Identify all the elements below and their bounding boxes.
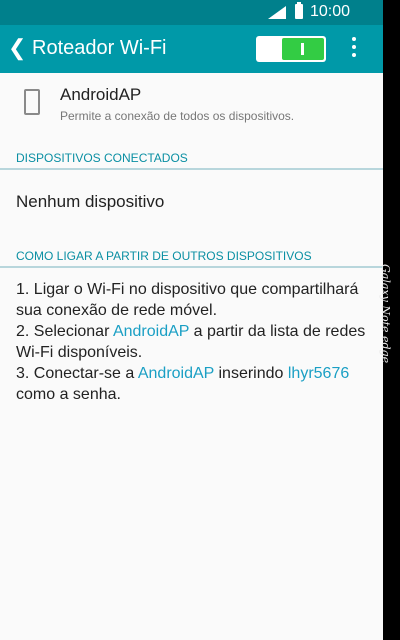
status-bar: 10:00: [0, 0, 383, 25]
connected-devices-header: DISPOSITIVOS CONECTADOS: [16, 151, 188, 165]
no-devices-text: Nenhum dispositivo: [16, 192, 165, 211]
divider: [0, 168, 383, 170]
toggle-knob: [282, 38, 324, 60]
network-description: Permite a conexão de todos os dispositiv…: [60, 109, 295, 123]
password-text: lhyr5676: [287, 365, 350, 382]
status-time: 10:00: [310, 3, 351, 20]
divider: [0, 266, 383, 268]
screen: 10:00 ❮ Roteador Wi-Fi AndroidAP Permite…: [0, 0, 383, 640]
instructions: 1. Ligar o Wi-Fi no dispositivo que comp…: [16, 279, 366, 405]
more-options-icon[interactable]: [351, 37, 357, 61]
battery-icon: [295, 2, 303, 19]
instruction-step-3: 3. Conectar-se a AndroidAP inserindo lhy…: [16, 365, 350, 403]
hotspot-toggle[interactable]: [256, 36, 326, 62]
network-name: AndroidAP: [60, 85, 142, 104]
how-to-connect-header: COMO LIGAR A PARTIR DE OUTROS DISPOSITIV…: [16, 249, 312, 263]
device-edge-label: Galaxy Note edge: [379, 264, 392, 364]
page-title[interactable]: Roteador Wi-Fi: [32, 37, 166, 60]
network-name-link: AndroidAP: [112, 323, 190, 340]
instruction-step-2: 2. Selecionar AndroidAP a partir da list…: [16, 323, 366, 361]
phone-icon: [24, 89, 40, 115]
signal-icon: [268, 6, 286, 19]
network-name-link: AndroidAP: [137, 365, 215, 382]
app-bar: ❮ Roteador Wi-Fi: [0, 25, 383, 73]
back-icon[interactable]: ❮: [8, 37, 26, 59]
instruction-step-1: 1. Ligar o Wi-Fi no dispositivo que comp…: [16, 281, 359, 319]
network-row[interactable]: AndroidAP Permite a conexão de todos os …: [0, 73, 383, 137]
